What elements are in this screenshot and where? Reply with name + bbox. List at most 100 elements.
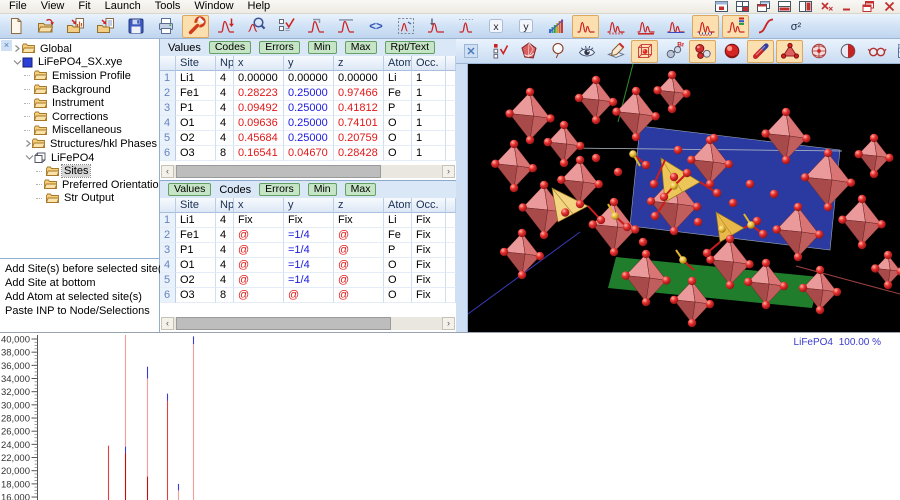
tree-expander[interactable]: [24, 139, 32, 148]
action-add-site-at-bottom[interactable]: Add Site at bottom: [5, 276, 159, 290]
cell[interactable]: 0.45684: [234, 131, 284, 146]
cell[interactable]: @: [334, 228, 384, 243]
tree-item-emission-profile[interactable]: Emission Profile: [12, 69, 159, 83]
tree-item-miscellaneous[interactable]: Miscellaneous: [12, 124, 159, 138]
cell[interactable]: 0.04670: [284, 146, 334, 161]
cell[interactable]: Li1: [176, 213, 216, 228]
view-eye-button[interactable]: [573, 40, 600, 63]
cell[interactable]: @: [334, 258, 384, 273]
row-number[interactable]: 3: [160, 243, 176, 258]
cell[interactable]: 4: [216, 86, 234, 101]
menu-fit[interactable]: Fit: [71, 0, 97, 14]
plane-atoms-button[interactable]: [776, 40, 803, 63]
cell[interactable]: Fe: [384, 86, 412, 101]
scroll-thumb[interactable]: [176, 317, 391, 330]
cell[interactable]: =1/4: [284, 228, 334, 243]
tile-vertical-button[interactable]: [799, 1, 812, 12]
cell[interactable]: O2: [176, 273, 216, 288]
scroll-left-button[interactable]: ‹: [161, 317, 174, 330]
menu-window[interactable]: Window: [187, 0, 240, 14]
tile-horizontal-button[interactable]: [778, 1, 791, 12]
structure-3d-view[interactable]: [468, 64, 900, 332]
cell[interactable]: 4: [216, 273, 234, 288]
cell[interactable]: @: [334, 273, 384, 288]
col-header-x[interactable]: x: [234, 56, 284, 71]
cell[interactable]: @: [234, 228, 284, 243]
cell[interactable]: Fix: [412, 258, 446, 273]
col-header-site[interactable]: Site: [176, 198, 216, 213]
cell[interactable]: O3: [176, 146, 216, 161]
row-number[interactable]: 2: [160, 228, 176, 243]
peaks-fit-button[interactable]: [572, 15, 599, 38]
fit-checklist-button[interactable]: [272, 15, 299, 38]
tab-codes[interactable]: Codes: [209, 41, 251, 54]
col-header-np[interactable]: Np: [216, 198, 234, 213]
y-toggle-button[interactable]: y: [512, 15, 539, 38]
tab-max[interactable]: Max: [345, 183, 377, 196]
close-panel-button[interactable]: [457, 40, 484, 63]
edit-sheet-button[interactable]: [602, 40, 629, 63]
cell[interactable]: Li: [384, 71, 412, 86]
chart-canvas[interactable]: 40,00038,00036,00034,00032,00030,00028,0…: [0, 333, 900, 500]
row-number[interactable]: 6: [160, 146, 176, 161]
cell[interactable]: @: [334, 243, 384, 258]
row-number[interactable]: 1: [160, 213, 176, 228]
cell[interactable]: @: [234, 258, 284, 273]
cell[interactable]: Fix: [412, 243, 446, 258]
close-button[interactable]: [883, 1, 896, 12]
tree-item-instrument[interactable]: Instrument: [12, 96, 159, 110]
cell[interactable]: =1/4: [284, 273, 334, 288]
cell[interactable]: O3: [176, 288, 216, 303]
peak-down-button[interactable]: [212, 15, 239, 38]
new-document-button[interactable]: [2, 15, 29, 38]
col-header-x[interactable]: x: [234, 198, 284, 213]
cell[interactable]: 0.00000: [234, 71, 284, 86]
peaks-legend-button[interactable]: [722, 15, 749, 38]
cell[interactable]: O: [384, 116, 412, 131]
cell[interactable]: 1: [412, 116, 446, 131]
structure-table-button[interactable]: [892, 40, 900, 63]
action-add-atom-at-selected-site-s[interactable]: Add Atom at selected site(s): [5, 290, 159, 304]
cell[interactable]: 0.25000: [284, 131, 334, 146]
peaks-underline-button[interactable]: [632, 15, 659, 38]
close-all-button[interactable]: [820, 1, 833, 12]
cell[interactable]: Fe1: [176, 86, 216, 101]
bonds-label-button[interactable]: Br: [660, 40, 687, 63]
row-number[interactable]: 3: [160, 101, 176, 116]
tab-rpt-text[interactable]: Rpt/Text: [385, 41, 436, 54]
col-header-atom[interactable]: Atom: [384, 56, 412, 71]
cell[interactable]: Fix: [284, 213, 334, 228]
minimize-button[interactable]: [841, 1, 854, 12]
refine-options-button[interactable]: [182, 15, 209, 38]
diffraction-pattern-chart[interactable]: 40,00038,00036,00034,00032,00030,00028,0…: [0, 332, 900, 500]
tree-item-lifepo4[interactable]: LiFePO4: [12, 151, 159, 165]
col-header-blank[interactable]: [446, 198, 456, 213]
tab-errors[interactable]: Errors: [259, 183, 300, 196]
action-paste-inp-to-node-selections[interactable]: Paste INP to Node/Selections: [5, 304, 159, 318]
tree-item-lifepo4-sx-xye[interactable]: LiFePO4_SX.xye: [12, 56, 159, 70]
cell[interactable]: 0.25000: [284, 101, 334, 116]
peak-clamp-button[interactable]: [302, 15, 329, 38]
scroll-right-button[interactable]: ›: [442, 317, 455, 330]
menu-help[interactable]: Help: [241, 0, 278, 14]
tab-values[interactable]: Values: [168, 42, 201, 54]
open-file-button[interactable]: [32, 15, 59, 38]
grid-atom-button[interactable]: [805, 40, 832, 63]
peak-select-box-button[interactable]: [392, 15, 419, 38]
tree-item-global[interactable]: Global: [12, 42, 159, 56]
cell[interactable]: P1: [176, 243, 216, 258]
col-header-blank[interactable]: [160, 198, 176, 213]
row-number[interactable]: 1: [160, 71, 176, 86]
cell[interactable]: 0.09492: [234, 101, 284, 116]
menu-view[interactable]: View: [34, 0, 72, 14]
tab-min[interactable]: Min: [308, 41, 337, 54]
cell[interactable]: 1: [412, 71, 446, 86]
scan-bars-button[interactable]: [542, 15, 569, 38]
cell[interactable]: O: [384, 273, 412, 288]
cell[interactable]: 1: [412, 131, 446, 146]
horizontal-scrollbar[interactable]: ‹›: [161, 165, 455, 178]
cell[interactable]: 0.20759: [334, 131, 384, 146]
curve-convolution-button[interactable]: [752, 15, 779, 38]
cell[interactable]: 4: [216, 71, 234, 86]
cell[interactable]: O2: [176, 131, 216, 146]
